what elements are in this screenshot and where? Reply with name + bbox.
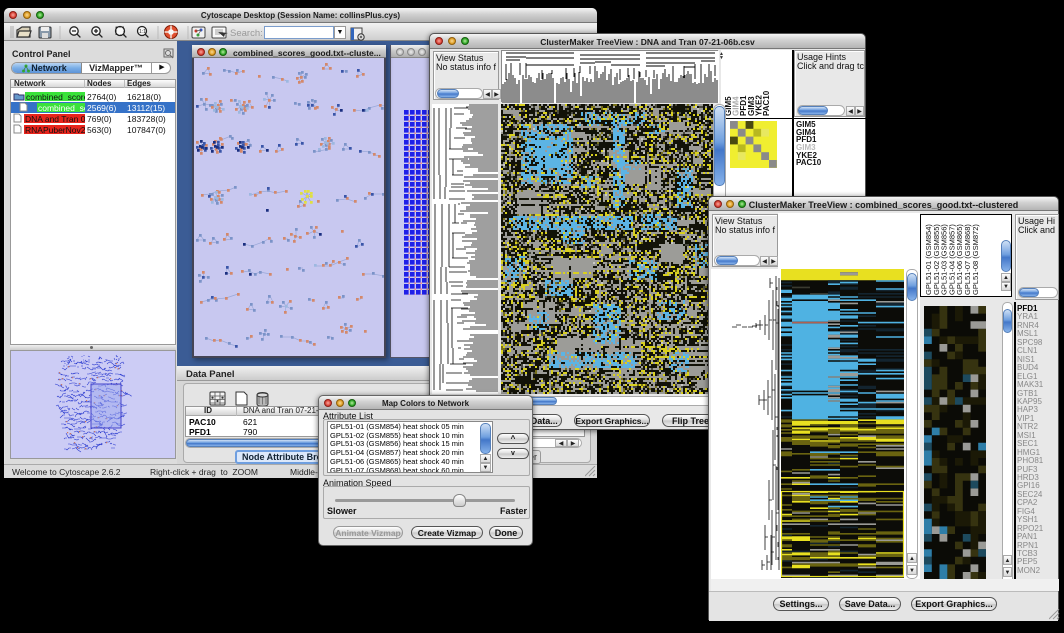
svg-text:1:1: 1:1 bbox=[139, 29, 146, 35]
svg-text:PAC10: PAC10 bbox=[762, 90, 771, 116]
svg-text:GPL51-08 (GSM872): GPL51-08 (GSM872) bbox=[971, 224, 980, 295]
